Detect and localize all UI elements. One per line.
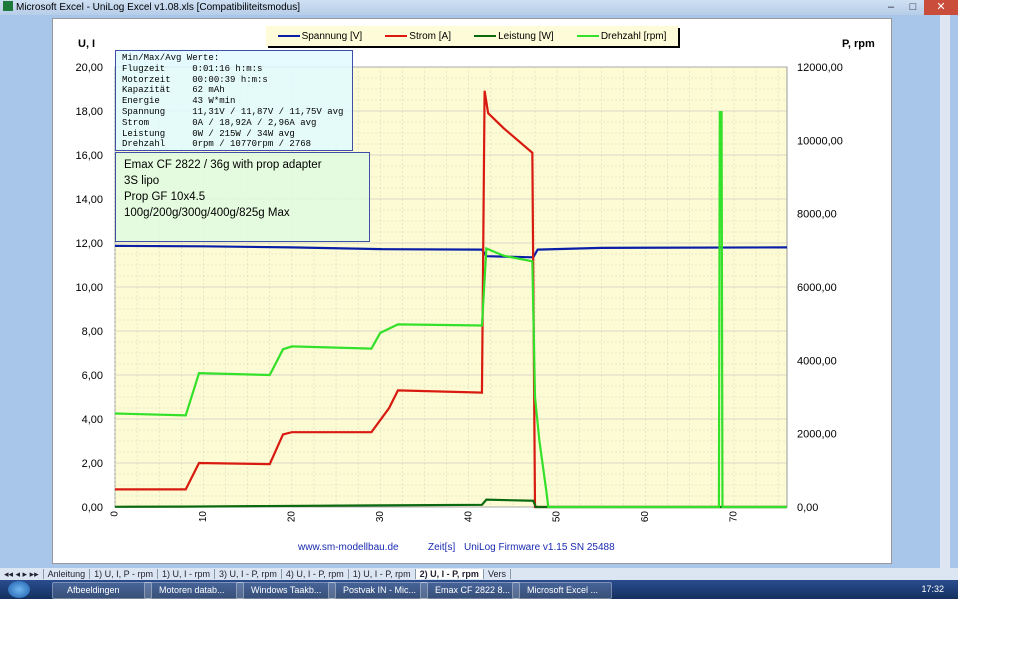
sheet-tab[interactable]: Anleitung (43, 569, 91, 579)
x-tick-label: 40 (463, 511, 474, 523)
stats-box[interactable]: Min/Max/Avg Werte: Flugzeit 0:01:16 h:m:s… (115, 50, 353, 151)
stats-line: Flugzeit 0:01:16 h:m:s (122, 63, 263, 74)
clock: 17:32 (921, 584, 944, 594)
y2-tick-label: 4000,00 (797, 355, 837, 367)
legend-swatch (474, 35, 497, 37)
legend-swatch (277, 35, 300, 37)
x-tick-label: 70 (729, 511, 740, 523)
y2-tick-label: 2000,00 (797, 429, 837, 441)
y-tick-label: 0,00 (82, 502, 103, 514)
x-tick-label: 60 (640, 511, 651, 523)
legend-item: Strom [A] (385, 31, 451, 42)
legend-item: Leistung [W] (474, 31, 554, 42)
y-tick-label: 8,00 (82, 326, 103, 338)
legend-label: Drehzahl [rpm] (600, 30, 667, 42)
firmware-footer: UniLog Firmware v1.15 SN 25488 (464, 542, 615, 553)
y2-tick-label: 12000,00 (797, 62, 843, 74)
taskbar-button[interactable]: Microsoft Excel ... (512, 582, 612, 599)
sheet-tab[interactable]: 1) U, I - P, rpm (348, 569, 416, 579)
sheet-tab[interactable]: Vers (483, 569, 511, 579)
stats-line: Min/Max/Avg Werte: (122, 53, 220, 63)
stats-line: Drehzahl 0rpm / 10770rpm / 2768 (122, 139, 312, 150)
note-line: Prop GF 10x4.5 (124, 191, 206, 203)
chart-legend[interactable]: Spannung [V] Strom [A] Leistung [W] Drehzah… (266, 26, 678, 46)
sheet-tab[interactable]: 1) U, I, P - rpm (90, 569, 158, 579)
legend-swatch (385, 35, 408, 37)
y2-tick-label: 6000,00 (797, 282, 837, 294)
notes-box[interactable]: Emax CF 2822 / 36g with prop adapter 3S l… (115, 152, 370, 242)
website-footer: www.sm-modellbau.de (297, 542, 399, 553)
note-line: 3S lipo (124, 175, 160, 187)
x-tick-label: 50 (552, 511, 563, 523)
y2-tick-label: 0,00 (797, 502, 818, 514)
legend-label: Strom [A] (409, 30, 451, 42)
sheet-tab[interactable]: 3) U, I - P, rpm (215, 569, 282, 579)
legend-item: Spannung [V] (277, 30, 363, 42)
y-tick-label: 10,00 (75, 282, 103, 294)
stats-line: Strom 0A / 18,92A / 2,96A avg (122, 117, 317, 128)
x-axis-label: Zeit[s] (428, 542, 455, 553)
y-tick-label: 6,00 (82, 370, 103, 382)
note-line: 100g/200g/300g/400g/825g Max (124, 207, 290, 219)
x-tick-label: 0 (110, 511, 121, 517)
y2-tick-label: 8000,00 (797, 209, 837, 221)
legend-label: Leistung [W] (498, 30, 554, 42)
legend-item: Drehzahl [rpm] (576, 30, 667, 42)
stats-line: Motorzeit 00:00:39 h:m:s (122, 74, 268, 85)
start-button[interactable] (8, 581, 30, 598)
stats-line: Energie 43 W*min (122, 96, 236, 107)
taskbar: 17:32 Afbeeldingen Motoren datab... Windows… (0, 580, 958, 599)
sheet-tab[interactable]: 4) U, I - P, rpm (281, 569, 349, 579)
y2-axis-label: P, rpm (842, 38, 875, 50)
y2-tick-label: 10000,00 (797, 135, 843, 147)
y-tick-label: 12,00 (75, 238, 103, 250)
taskbar-button[interactable]: Motoren datab... (144, 582, 244, 599)
note-line: Emax CF 2822 / 36g with prop adapter (124, 159, 322, 171)
y-tick-label: 20,00 (75, 62, 103, 74)
y-tick-label: 4,00 (82, 414, 103, 426)
sheet-tab[interactable]: 1) U, I - rpm (157, 569, 215, 579)
y-tick-label: 18,00 (75, 106, 103, 118)
tab-nav-arrows[interactable]: ◂◂ ◂ ▸ ▸▸ (0, 569, 44, 579)
sheet-tab[interactable]: 2) U, I - P, rpm (415, 569, 484, 579)
stats-line: Leistung 0W / 215W / 34W avg (122, 128, 295, 139)
x-tick-label: 30 (375, 511, 386, 523)
sheet-tabs: ◂◂ ◂ ▸ ▸▸ Anleitung 1) U, I, P - rpm 1) U, … (0, 568, 958, 580)
y-tick-label: 14,00 (75, 194, 103, 206)
stats-line: Kapazität 62 mAh (122, 85, 225, 96)
taskbar-button[interactable]: Afbeeldingen (52, 582, 152, 599)
taskbar-button[interactable]: Windows Taakb... (236, 582, 336, 599)
taskbar-button[interactable]: Postvak IN - Mic... (328, 582, 428, 599)
y-tick-label: 16,00 (75, 150, 103, 162)
stats-line: Spannung 11,31V / 11,87V / 11,75V avg (122, 106, 344, 117)
x-tick-label: 20 (286, 511, 297, 523)
taskbar-button[interactable]: Emax CF 2822 8... (420, 582, 520, 599)
x-tick-label: 10 (198, 511, 209, 523)
y-axis-label: U, I (78, 38, 95, 50)
legend-label: Spannung [V] (301, 30, 363, 42)
y-tick-label: 2,00 (82, 458, 103, 470)
legend-swatch (576, 35, 599, 37)
